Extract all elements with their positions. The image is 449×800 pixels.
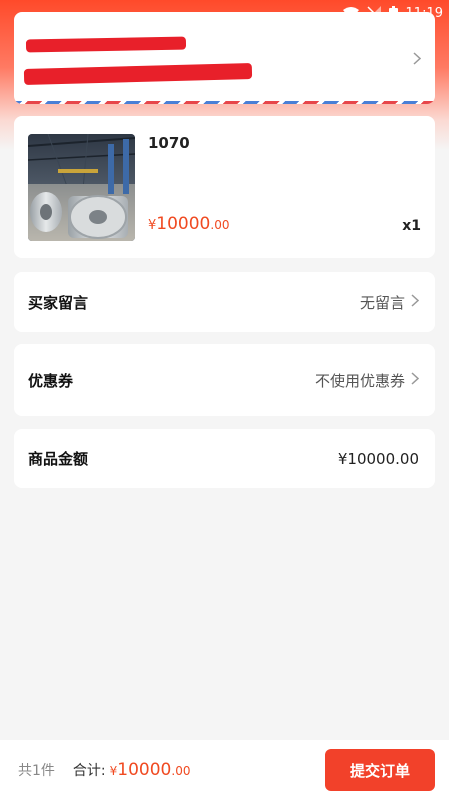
total-price: ¥10000.00 — [109, 760, 191, 780]
total-label: 合计: — [72, 763, 106, 779]
buyer-message-row[interactable]: 买家留言 无留言 — [14, 272, 435, 332]
goods-amount-value: ¥10000.00 — [337, 449, 419, 468]
product-card: 1070 ¥10000.00 x1 — [14, 116, 435, 258]
product-image — [28, 134, 135, 241]
submit-order-button[interactable]: 提交订单 — [325, 749, 435, 791]
chevron-right-icon — [413, 50, 422, 69]
chevron-right-icon — [411, 371, 420, 389]
item-count: 共1件 — [18, 763, 55, 779]
buyer-message-label: 买家留言 — [28, 293, 89, 312]
bottom-bar: 共1件 合计: ¥10000.00 提交订单 — [0, 740, 449, 800]
redacted-recipient — [25, 36, 187, 53]
airmail-border — [14, 101, 435, 104]
coupon-value: 不使用优惠券 — [314, 371, 405, 390]
chevron-right-icon — [411, 293, 420, 311]
product-quantity: x1 — [402, 218, 421, 234]
coupon-row[interactable]: 优惠券 不使用优惠券 — [14, 344, 435, 416]
coupon-label: 优惠券 — [28, 371, 74, 390]
buyer-message-value: 无留言 — [359, 293, 405, 312]
product-price: ¥10000.00 — [148, 214, 230, 234]
goods-amount-row: 商品金额 ¥10000.00 — [14, 429, 435, 488]
redacted-address — [23, 63, 253, 85]
address-card[interactable] — [14, 12, 435, 104]
goods-amount-label: 商品金额 — [28, 450, 89, 468]
product-name: 1070 — [148, 134, 190, 152]
